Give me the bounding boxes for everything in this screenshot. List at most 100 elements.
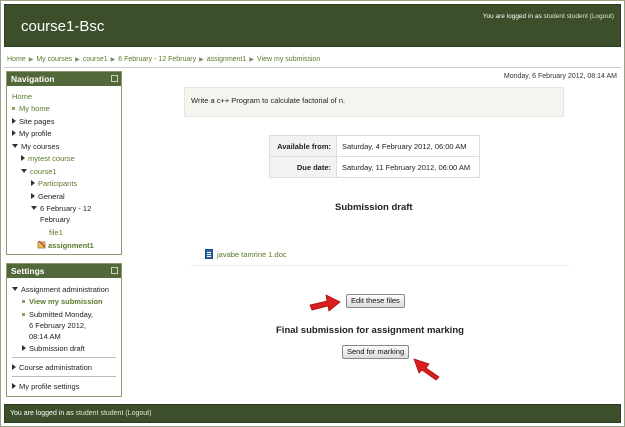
breadcrumb-separator-icon: ▶ — [199, 57, 204, 63]
table-row: Due date: Saturday, 11 February 2012, 06… — [269, 156, 480, 178]
breadcrumb-separator-icon: ▶ — [28, 57, 34, 63]
nav-course1[interactable]: course1 — [21, 167, 57, 176]
collapse-arrow-icon — [12, 287, 18, 291]
browser-frame: course1-Bsc You are logged in as student… — [0, 0, 625, 427]
final-submission-heading: Final submission for assignment marking — [276, 325, 464, 336]
current-date: Monday, 6 February 2012, 08:14 AM — [503, 73, 617, 80]
expand-arrow-icon — [12, 364, 16, 370]
expand-arrow-icon — [31, 180, 35, 186]
nav-my-profile-label: My profile — [19, 129, 52, 138]
settings-view-submission-label: View my submission — [29, 297, 103, 306]
expand-arrow-icon — [31, 193, 35, 199]
footer-logout-link[interactable]: (Logout) — [125, 410, 151, 417]
breadcrumb-assignment1[interactable]: assignment1 — [207, 56, 247, 63]
table-row: Available from: Saturday, 4 February 201… — [269, 135, 480, 157]
breadcrumb-view-submission[interactable]: View my submission — [257, 56, 320, 63]
breadcrumb-separator-icon: ▶ — [110, 57, 116, 63]
navigation-title: Navigation — [11, 74, 55, 84]
bullet-icon — [22, 300, 25, 303]
breadcrumb-separator-icon: ▶ — [249, 57, 255, 63]
site-title[interactable]: course1-Bsc — [21, 18, 104, 35]
nav-week-label-line2: February — [40, 215, 71, 224]
collapse-icon[interactable] — [111, 75, 118, 82]
word-document-icon — [205, 249, 213, 259]
nav-general-label: General — [38, 192, 65, 201]
site-header: course1-Bsc You are logged in as student… — [4, 4, 621, 47]
navigation-block-header: Navigation — [7, 72, 121, 86]
settings-submission-draft-label: Submission draft — [29, 344, 85, 353]
nav-my-home-label: My home — [19, 104, 50, 113]
site-footer: You are logged in as student student (Lo… — [4, 404, 621, 423]
settings-assignment-admin[interactable]: Assignment administration — [12, 285, 109, 294]
breadcrumb-divider — [4, 67, 621, 68]
collapse-arrow-icon — [21, 169, 27, 173]
breadcrumb-home[interactable]: Home — [7, 56, 26, 63]
send-for-marking-button[interactable]: Send for marking — [342, 345, 410, 359]
settings-divider — [12, 357, 116, 358]
edit-files-button[interactable]: Edit these files — [346, 294, 405, 308]
nav-my-courses-label: My courses — [21, 142, 60, 151]
dates-table: Available from: Saturday, 4 February 201… — [269, 135, 480, 178]
nav-participants-label: Participants — [38, 179, 78, 188]
submission-draft-heading: Submission draft — [335, 202, 413, 213]
expand-arrow-icon — [12, 383, 16, 389]
settings-course-admin-label: Course administration — [19, 363, 92, 372]
settings-assignment-admin-label: Assignment administration — [21, 285, 109, 294]
due-date-label: Due date: — [269, 156, 337, 178]
nav-mytest-course-label: mytest course — [28, 154, 75, 163]
submitted-line1: Submitted Monday, — [29, 310, 94, 319]
login-prefix: You are logged in as — [482, 13, 542, 20]
login-user-link[interactable]: student student — [544, 13, 588, 20]
nav-my-home[interactable]: My home — [12, 104, 50, 113]
nav-general[interactable]: General — [31, 192, 65, 201]
breadcrumb-week[interactable]: 6 February - 12 February — [118, 56, 196, 63]
due-date-value: Saturday, 11 February 2012, 06:00 AM — [336, 156, 480, 178]
submitted-line2: 6 February 2012, — [29, 321, 87, 330]
settings-submitted-status: Submitted Monday, — [22, 310, 93, 319]
nav-my-courses[interactable]: My courses — [12, 142, 59, 151]
breadcrumb-my-courses[interactable]: My courses — [36, 56, 72, 63]
collapse-arrow-icon — [12, 144, 18, 148]
available-from-value: Saturday, 4 February 2012, 06:00 AM — [336, 135, 480, 157]
nav-assignment1-label: assignment1 — [48, 241, 94, 250]
submitted-line3: 08:14 AM — [29, 332, 61, 341]
nav-file1[interactable]: file1 — [49, 228, 63, 237]
navigation-block: Navigation Home My home Site pages My pr… — [6, 71, 122, 255]
expand-arrow-icon — [22, 345, 26, 351]
footer-user-link[interactable]: student student — [76, 410, 124, 417]
collapse-icon[interactable] — [111, 267, 118, 274]
logout-link[interactable]: (Logout) — [590, 13, 614, 20]
login-info: You are logged in as student student (Lo… — [483, 13, 614, 20]
nav-mytest-course[interactable]: mytest course — [21, 154, 75, 163]
assignment-intro: Write a c++ Program to calculate factori… — [184, 87, 564, 117]
assignment-icon — [37, 240, 46, 249]
red-arrow-icon — [309, 294, 341, 312]
breadcrumb: Home ▶ My courses ▶ course1 ▶ 6 February - 12 … — [7, 56, 320, 63]
nav-course1-label: course1 — [30, 167, 57, 176]
settings-title: Settings — [11, 266, 45, 276]
nav-week-label-line1: 6 February - 12 — [40, 204, 92, 213]
settings-profile-settings[interactable]: My profile settings — [12, 382, 79, 391]
nav-participants[interactable]: Participants — [31, 179, 77, 188]
breadcrumb-separator-icon: ▶ — [75, 57, 80, 63]
bullet-icon — [22, 313, 25, 316]
bullet-icon — [12, 107, 15, 110]
submitted-file[interactable]: javabe tamrine 1.doc — [205, 249, 287, 259]
nav-site-pages[interactable]: Site pages — [12, 117, 54, 126]
nav-assignment1[interactable]: assignment1 — [37, 240, 94, 250]
settings-view-submission[interactable]: View my submission — [22, 297, 103, 306]
settings-block: Settings Assignment administration View … — [6, 263, 122, 397]
expand-arrow-icon — [12, 130, 16, 136]
settings-course-admin[interactable]: Course administration — [12, 363, 92, 372]
settings-block-header: Settings — [7, 264, 121, 278]
nav-week[interactable]: 6 February - 12 — [31, 204, 91, 213]
collapse-arrow-icon — [31, 206, 37, 210]
file-name-link[interactable]: javabe tamrine 1.doc — [217, 250, 287, 259]
available-from-label: Available from: — [269, 135, 337, 157]
settings-submission-draft[interactable]: Submission draft — [22, 344, 85, 353]
nav-home[interactable]: Home — [12, 92, 32, 101]
breadcrumb-course1[interactable]: course1 — [83, 56, 108, 63]
expand-arrow-icon — [21, 155, 25, 161]
footer-login-prefix: You are logged in as — [10, 410, 74, 417]
nav-my-profile[interactable]: My profile — [12, 129, 52, 138]
